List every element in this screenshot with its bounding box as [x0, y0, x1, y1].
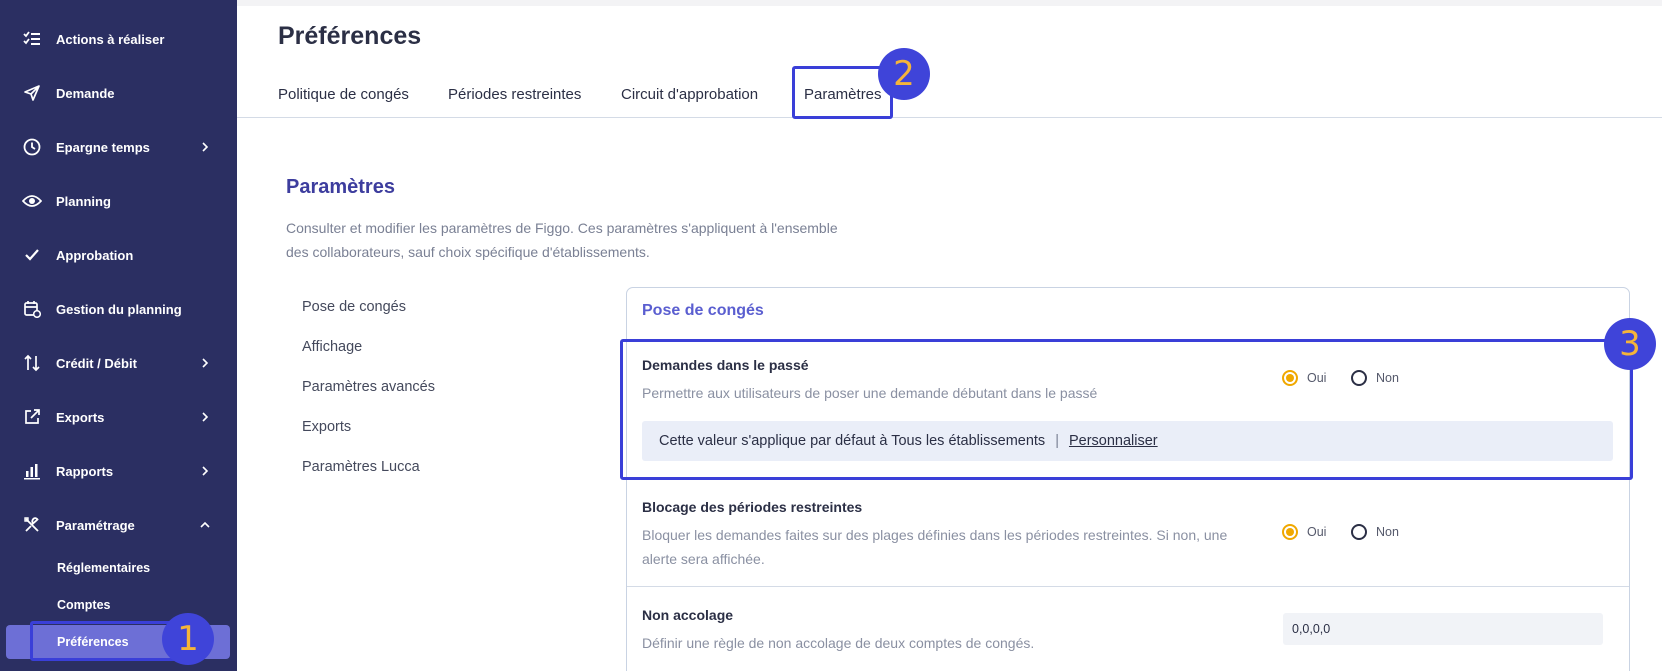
sidebar-item-exports[interactable]: Exports	[0, 397, 237, 437]
sidebar: Actions à réaliser Demande Epargne temps…	[0, 0, 237, 671]
sidebar-item-label: Paramétrage	[56, 517, 135, 533]
external-link-icon	[22, 407, 42, 427]
chevron-up-icon	[200, 518, 210, 532]
section-description: Consulter et modifier les paramètres de …	[286, 220, 838, 260]
section-title: Paramètres	[286, 176, 395, 198]
check-icon	[22, 245, 42, 265]
sidebar-item-planning[interactable]: Planning	[0, 181, 237, 221]
chevron-right-icon	[200, 410, 210, 424]
sidebar-subitem-label: Comptes	[57, 598, 111, 612]
sidebar-item-label: Approbation	[56, 247, 134, 263]
radio-label: Oui	[1307, 525, 1327, 539]
sidebar-item-gestion-planning[interactable]: Gestion du planning	[0, 289, 237, 329]
sidebar-item-credit-debit[interactable]: Crédit / Débit	[0, 343, 237, 383]
sidebar-subitem-comptes[interactable]: Comptes	[0, 590, 237, 620]
setting-description: Définir une règle de non accolage de deu…	[642, 635, 1035, 651]
sidebar-item-label: Exports	[56, 409, 105, 425]
subnav-exports[interactable]: Exports	[302, 419, 351, 435]
chevron-right-icon	[200, 356, 210, 370]
tab-bar: Politique de congés Périodes restreintes…	[237, 70, 1662, 118]
sidebar-item-label: Epargne temps	[56, 139, 150, 155]
sidebar-subitem-reglementaires[interactable]: Réglementaires	[0, 553, 237, 583]
highlight-box-1	[30, 621, 178, 661]
sidebar-subitem-label: Réglementaires	[57, 561, 151, 575]
subnav-affichage[interactable]: Affichage	[302, 339, 362, 355]
annotation-badge-2: 2	[878, 48, 930, 100]
tab-circuit-approbation[interactable]: Circuit d'approbation	[621, 70, 758, 118]
card-title: Pose de congés	[642, 302, 764, 319]
sidebar-item-approbation[interactable]: Approbation	[0, 235, 237, 275]
sidebar-item-label: Actions à réaliser	[56, 31, 165, 47]
paper-plane-icon	[22, 83, 42, 103]
sidebar-item-demande[interactable]: Demande	[0, 73, 237, 113]
sidebar-item-parametrage[interactable]: Paramétrage	[0, 505, 237, 545]
sidebar-item-label: Demande	[56, 85, 115, 101]
chevron-right-icon	[200, 464, 210, 478]
sidebar-item-label: Gestion du planning	[56, 301, 182, 317]
checklist-icon	[22, 29, 42, 49]
sidebar-item-label: Planning	[56, 193, 111, 209]
calendar-gear-icon	[22, 299, 42, 319]
setting-title: Blocage des périodes restreintes	[642, 499, 863, 515]
setting-description: Bloquer les demandes faites sur des plag…	[642, 527, 1228, 567]
subnav-parametres-avances[interactable]: Paramètres avancés	[302, 379, 435, 395]
annotation-badge-1: 1	[162, 613, 214, 665]
page-title: Préférences	[278, 22, 422, 50]
up-down-arrows-icon	[22, 353, 42, 373]
chevron-right-icon	[200, 140, 210, 154]
eye-icon	[22, 191, 42, 211]
highlight-box-3	[620, 339, 1633, 480]
non-accolage-input[interactable]	[1283, 613, 1603, 645]
sidebar-item-label: Crédit / Débit	[56, 355, 137, 371]
top-bar	[237, 0, 1662, 6]
radio-non[interactable]: Non	[1351, 524, 1399, 540]
radio-oui[interactable]: Oui	[1282, 524, 1326, 540]
annotation-badge-3: 3	[1604, 318, 1656, 370]
sidebar-item-label: Rapports	[56, 463, 114, 479]
setting-title: Non accolage	[642, 607, 734, 623]
radio-unchecked-icon	[1351, 524, 1367, 540]
radio-checked-icon	[1282, 524, 1298, 540]
tools-icon	[22, 515, 42, 535]
sidebar-item-rapports[interactable]: Rapports	[0, 451, 237, 491]
sidebar-item-epargne-temps[interactable]: Epargne temps	[0, 127, 237, 167]
sidebar-item-actions[interactable]: Actions à réaliser	[0, 19, 237, 59]
bar-chart-icon	[22, 461, 42, 481]
row-divider	[627, 586, 1629, 587]
tab-periodes-restreintes[interactable]: Périodes restreintes	[448, 70, 581, 118]
radio-label: Non	[1376, 525, 1399, 539]
subnav-pose-conges[interactable]: Pose de congés	[302, 299, 406, 315]
subnav-parametres-lucca[interactable]: Paramètres Lucca	[302, 459, 420, 475]
tab-politique-conges[interactable]: Politique de congés	[278, 70, 409, 118]
clock-icon	[22, 137, 42, 157]
